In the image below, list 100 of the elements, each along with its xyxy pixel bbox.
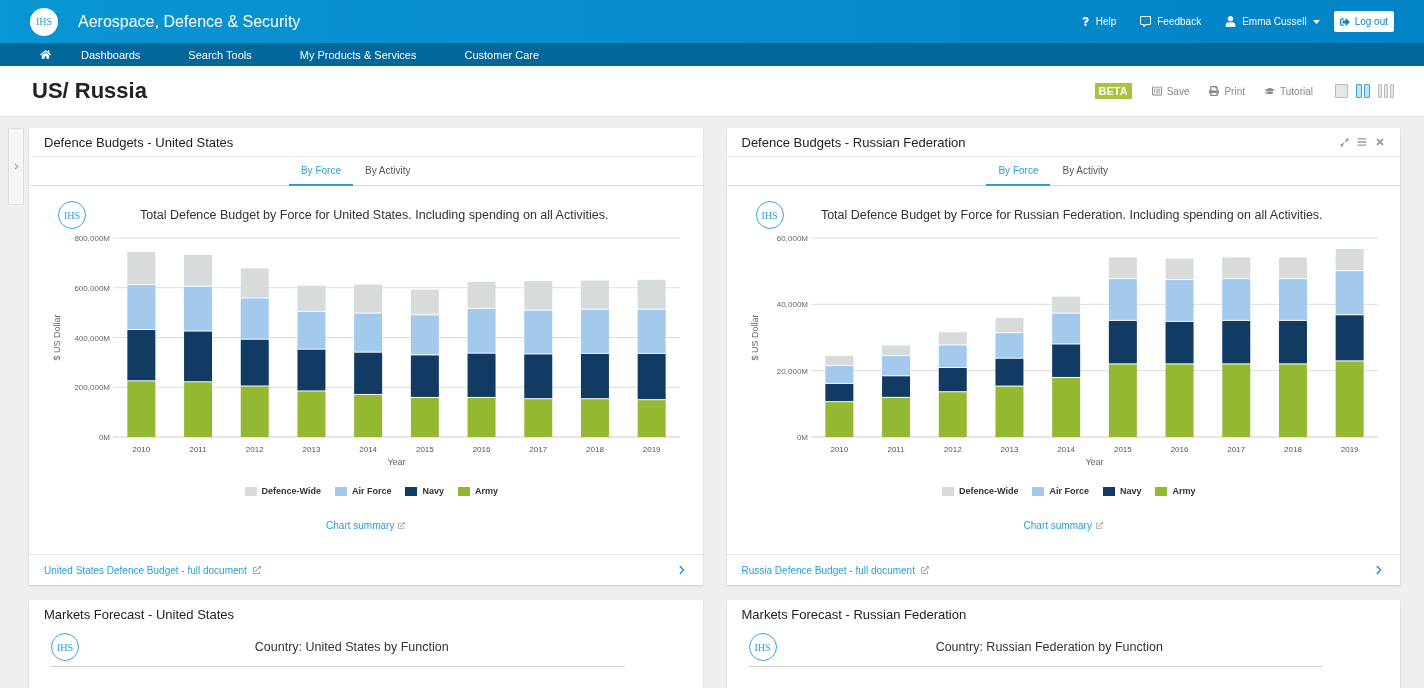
axis-label: 2015: [415, 445, 434, 454]
beta-badge: BETA: [1094, 83, 1132, 99]
popup-icon: [398, 522, 406, 529]
chart-bar: [240, 298, 269, 339]
axis-label: 2017: [1226, 445, 1245, 454]
legend-item[interactable]: Army: [1155, 486, 1196, 496]
legend-item[interactable]: Defence-Wide: [942, 486, 1019, 496]
chevron-right-icon: [12, 163, 20, 170]
logo: IHS: [748, 633, 777, 661]
axis-label: 2013: [1000, 445, 1018, 454]
axis-label: 2014: [359, 445, 378, 454]
tab[interactable]: By Activity: [352, 157, 423, 186]
card-title: Defence Budgets - United States: [44, 134, 234, 150]
card-title: Markets Forecast - United States: [44, 607, 234, 622]
card-title: Defence Budgets - Russian Federation: [741, 134, 966, 150]
tab[interactable]: By Activity: [1050, 157, 1121, 186]
chevron-right-icon[interactable]: [1374, 565, 1384, 575]
tab[interactable]: By Force: [288, 157, 353, 186]
chart-title: Country: Russian Federation by Function: [934, 640, 1164, 654]
chart-summary-link[interactable]: Chart summary: [326, 520, 406, 531]
chart-title: Total Defence Budget by Force for United States. Including spending on all Activities.: [139, 208, 610, 222]
axis-label: 60,000M: [776, 234, 808, 243]
sidebar-toggle[interactable]: [8, 128, 24, 205]
tutorial-action[interactable]: Tutorial: [1265, 85, 1313, 97]
chart-summary-link[interactable]: Chart summary: [1023, 520, 1103, 531]
help-link[interactable]: Help: [1080, 16, 1117, 27]
axis-label: 20,000M: [776, 366, 808, 376]
axis-label: 40,000M: [776, 300, 808, 310]
chart-bar: [410, 355, 439, 397]
user-icon: [1225, 16, 1237, 27]
logout-icon: [1339, 16, 1350, 27]
axis-label: 2014: [1056, 445, 1075, 454]
legend-swatch: [1032, 486, 1045, 496]
card-title: Markets Forecast - Russian Federation: [741, 607, 967, 622]
popup-icon: [1095, 522, 1103, 529]
axis-label: 2019: [1340, 445, 1359, 454]
axis-label: 2010: [132, 445, 151, 454]
chart-bar: [127, 251, 156, 284]
document-link[interactable]: United States Defence Budget - full document: [44, 564, 261, 576]
chart-bar: [297, 391, 326, 437]
axis-title: Year: [387, 457, 406, 467]
nav-item[interactable]: Customer Care: [440, 48, 564, 61]
nav-item[interactable]: Dashboards: [57, 48, 165, 61]
axis-label: 2018: [586, 445, 604, 454]
chart-bar: [580, 353, 609, 399]
logout-button[interactable]: Log out: [1333, 11, 1394, 32]
legend-swatch: [405, 486, 418, 496]
layout-columns-icon[interactable]: [1335, 84, 1348, 98]
axis-label: 2013: [302, 445, 321, 454]
logo: IHS: [58, 201, 86, 229]
save-action[interactable]: Save: [1151, 85, 1190, 97]
axis-label: 2016: [1170, 445, 1188, 454]
axis-label: 2012: [943, 445, 962, 454]
axis-label: 2010: [829, 445, 848, 454]
axis-label: 2016: [472, 445, 491, 454]
expand-icon[interactable]: [1340, 137, 1349, 147]
feedback-link[interactable]: Feedback: [1140, 16, 1202, 27]
axis-label: 800,000M: [74, 234, 110, 243]
layout-columns-icon[interactable]: [1356, 84, 1370, 98]
legend-item[interactable]: Navy: [405, 486, 444, 496]
legend-swatch: [334, 486, 347, 496]
legend-item[interactable]: Air Force: [1032, 486, 1089, 496]
tab[interactable]: By Force: [986, 157, 1051, 186]
logo[interactable]: IHS: [30, 7, 58, 36]
axis-label: 600,000M: [74, 283, 110, 293]
chart-bar: [127, 285, 156, 330]
axis-label: 400,000M: [74, 333, 110, 343]
layout-columns-icon[interactable]: [1378, 84, 1394, 98]
axis-label: 2017: [529, 445, 548, 454]
tutorial-icon: [1265, 86, 1275, 96]
chart-bar: [354, 352, 383, 394]
legend-item[interactable]: Navy: [1102, 486, 1142, 496]
legend-item[interactable]: Defence-Wide: [244, 486, 321, 496]
chart-bar: [240, 339, 269, 386]
nav-item[interactable]: My Products & Services: [275, 48, 441, 61]
help-icon: [1080, 17, 1090, 26]
chart-bar: [637, 400, 666, 437]
nav-item[interactable]: Search Tools: [164, 48, 276, 61]
axis-label: 2011: [886, 445, 905, 454]
chart-bar: [184, 331, 213, 382]
close-icon[interactable]: [1375, 137, 1385, 147]
external-link-icon: [252, 566, 261, 574]
home-icon[interactable]: [40, 49, 51, 60]
chevron-right-icon[interactable]: [676, 565, 687, 575]
chart-bar: [297, 349, 326, 391]
axis-title: $ US Dollar: [749, 314, 760, 361]
external-link-icon: [920, 566, 929, 574]
chart-bar: [184, 286, 213, 331]
legend-swatch: [942, 486, 954, 496]
user-menu[interactable]: Emma Cussell: [1225, 16, 1320, 27]
legend-swatch: [1102, 486, 1115, 496]
logo: IHS: [755, 201, 784, 229]
menu-icon[interactable]: [1357, 137, 1367, 147]
legend-item[interactable]: Army: [457, 486, 498, 496]
print-action[interactable]: Print: [1209, 85, 1245, 97]
app-title: Aerospace, Defence & Security: [78, 12, 301, 31]
document-link[interactable]: Russia Defence Budget - full document: [741, 564, 929, 576]
chart-bar: [524, 354, 553, 399]
legend-item[interactable]: Air Force: [334, 486, 392, 496]
logo: IHS: [51, 633, 79, 661]
